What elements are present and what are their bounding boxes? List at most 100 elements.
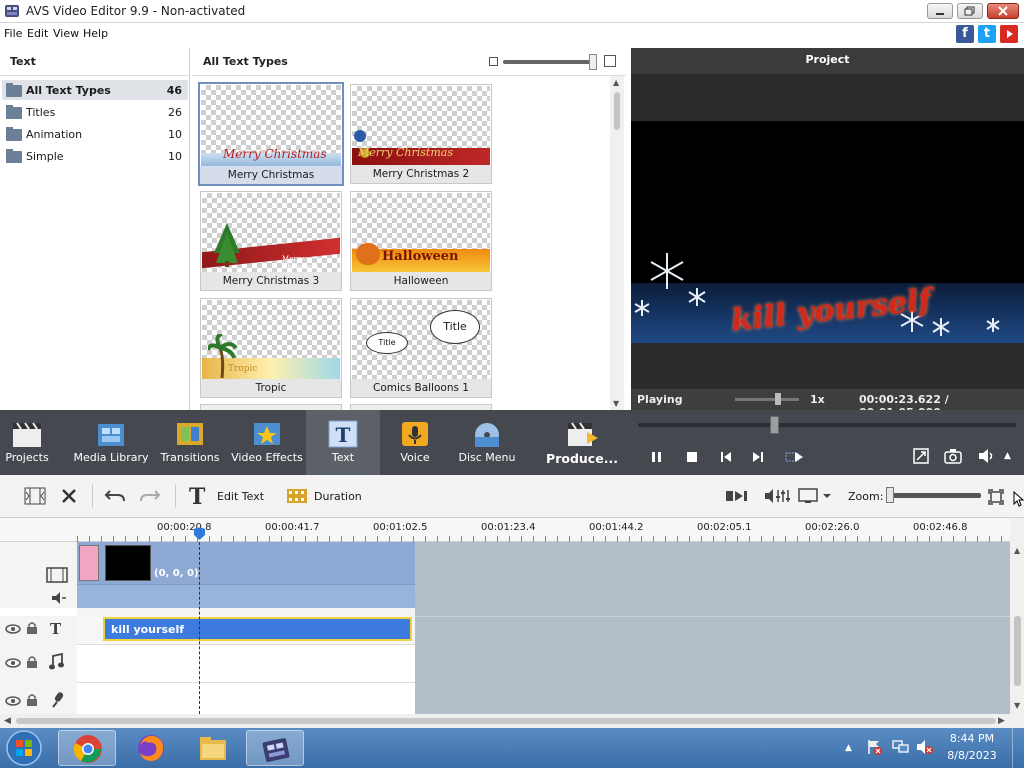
lock-icon[interactable] [25, 621, 39, 638]
snapshot-camera-icon[interactable] [944, 448, 962, 467]
menu-file[interactable]: File [4, 27, 22, 40]
toolbar-video-effects[interactable]: Video Effects [230, 410, 304, 475]
video-clip-thumbnail[interactable] [105, 545, 151, 581]
video-track[interactable]: (0, 0, 0) [77, 542, 415, 584]
small-thumbs-icon[interactable] [489, 57, 498, 66]
text-template-tropic[interactable]: Tropic Tropic [200, 298, 342, 398]
playback-seek-handle[interactable] [770, 416, 779, 434]
timeline-ruler[interactable]: 00:00:20.8 00:00:41.7 00:01:02.5 00:01:2… [0, 518, 1010, 542]
scrollbar-thumb[interactable] [614, 92, 620, 130]
restore-button[interactable] [957, 3, 983, 19]
play-selection-icon[interactable] [785, 450, 805, 467]
undo-icon[interactable] [104, 487, 126, 508]
clock-date[interactable]: 8/8/2023 [946, 749, 998, 762]
text-template-merry-christmas[interactable]: Merry Christmas Merry Christmas [198, 82, 344, 186]
youtube-icon[interactable] [1000, 25, 1018, 43]
video-clip-transition[interactable] [79, 545, 99, 581]
video-track-icon [46, 566, 68, 587]
storyboard-view-icon[interactable] [24, 487, 46, 508]
scroll-right-icon[interactable]: ▶ [998, 716, 1005, 726]
preview-screen[interactable]: kill yourself [631, 121, 1024, 343]
toolbar-produce[interactable]: Produce... [546, 410, 618, 475]
tray-expand-icon[interactable]: ▲ [845, 743, 852, 753]
playhead-line[interactable] [199, 542, 200, 714]
split-icon[interactable] [725, 489, 749, 506]
text-template-halloween[interactable]: Halloween Halloween [350, 191, 492, 291]
zoom-fit-icon[interactable] [988, 489, 1004, 508]
scroll-down-icon[interactable]: ▼ [613, 399, 619, 408]
clock-time[interactable]: 8:44 PM [946, 732, 998, 745]
toolbar-transitions[interactable]: Transitions [158, 410, 222, 475]
audio-track[interactable] [77, 584, 415, 608]
eye-visibility-icon[interactable] [5, 623, 21, 638]
toolbar-disc-menu[interactable]: Disc Menu [456, 410, 518, 475]
playback-seek-bar[interactable] [638, 423, 1016, 427]
text-clip[interactable]: kill yourself [103, 617, 412, 641]
previous-frame-icon[interactable] [719, 450, 733, 467]
avs-editor-icon [262, 738, 290, 762]
large-thumbs-icon[interactable] [604, 55, 616, 67]
scroll-up-icon[interactable]: ▲ [613, 78, 619, 87]
speaker-muted-icon[interactable] [916, 739, 934, 758]
playhead-marker[interactable] [193, 527, 206, 541]
taskbar-chrome[interactable] [58, 730, 116, 766]
scroll-left-icon[interactable]: ◀ [4, 716, 11, 726]
thumb-size-slider[interactable] [503, 60, 595, 64]
lock-icon[interactable] [25, 693, 39, 710]
close-button[interactable] [987, 3, 1019, 19]
scroll-up-icon[interactable]: ▲ [1014, 546, 1020, 555]
scrollbar-thumb[interactable] [16, 718, 996, 724]
category-animation[interactable]: Animation 10 [2, 124, 188, 144]
category-all-text-types[interactable]: All Text Types 46 [2, 80, 188, 100]
menu-view[interactable]: View [53, 27, 79, 40]
action-center-icon[interactable] [866, 739, 882, 758]
taskbar-file-explorer[interactable] [184, 730, 242, 766]
fullscreen-icon[interactable] [913, 448, 929, 467]
lock-icon[interactable] [25, 655, 39, 672]
music-track[interactable] [77, 644, 415, 682]
redo-icon[interactable] [139, 487, 161, 508]
thumb-size-slider-handle[interactable] [589, 54, 597, 70]
show-desktop-button[interactable] [1012, 728, 1024, 768]
audio-mixer-icon[interactable] [764, 488, 790, 507]
delete-icon[interactable] [60, 487, 78, 508]
text-template-merry-christmas-2[interactable]: Merry Christmas Merry Christmas 2 [350, 84, 492, 184]
facebook-icon[interactable]: f [956, 25, 974, 43]
volume-expand-icon[interactable]: ▲ [1004, 451, 1011, 461]
toolbar-projects[interactable]: Projects [0, 410, 54, 475]
toolbar-voice[interactable]: Voice [390, 410, 440, 475]
zoom-slider-handle[interactable] [886, 487, 894, 503]
timeline-empty-area[interactable] [415, 542, 1010, 714]
toolbar-text[interactable]: T Text [306, 410, 380, 475]
speed-slider-handle[interactable] [775, 393, 781, 405]
start-button[interactable] [4, 729, 44, 767]
twitter-icon[interactable]: t [978, 25, 996, 43]
menu-help[interactable]: Help [83, 27, 108, 40]
text-template-merry-christmas-3[interactable]: Merry Christmas Merry Christmas 3 [200, 191, 342, 291]
audio-mute-icon[interactable] [51, 592, 67, 607]
network-icon[interactable] [891, 739, 909, 758]
eye-visibility-icon[interactable] [5, 657, 21, 672]
timeline-horizontal-scrollbar[interactable]: ◀ ▶ [0, 714, 1024, 728]
timeline-vscroll[interactable]: ▲ ▼ [1011, 542, 1024, 714]
speed-slider[interactable] [735, 398, 799, 401]
voice-track[interactable] [77, 682, 415, 714]
monitor-options-icon[interactable] [798, 488, 832, 507]
category-titles[interactable]: Titles 26 [2, 102, 188, 122]
text-template-comics-balloons-1[interactable]: Title Title Comics Balloons 1 [350, 298, 492, 398]
scroll-down-icon[interactable]: ▼ [1014, 701, 1020, 710]
stop-icon[interactable] [685, 450, 699, 467]
zoom-slider[interactable] [888, 493, 981, 498]
category-simple[interactable]: Simple 10 [2, 146, 188, 166]
taskbar-firefox[interactable] [122, 730, 180, 766]
grid-scrollbar[interactable]: ▲ ▼ [610, 76, 624, 410]
minimize-button[interactable] [927, 3, 953, 19]
menu-edit[interactable]: Edit [27, 27, 48, 40]
volume-icon[interactable] [977, 448, 997, 467]
toolbar-media-library[interactable]: Media Library [72, 410, 150, 475]
pause-icon[interactable] [650, 450, 664, 467]
scrollbar-thumb[interactable] [1014, 616, 1021, 686]
next-frame-icon[interactable] [751, 450, 765, 467]
taskbar-avs-video-editor[interactable] [246, 730, 304, 766]
eye-visibility-icon[interactable] [5, 695, 21, 710]
